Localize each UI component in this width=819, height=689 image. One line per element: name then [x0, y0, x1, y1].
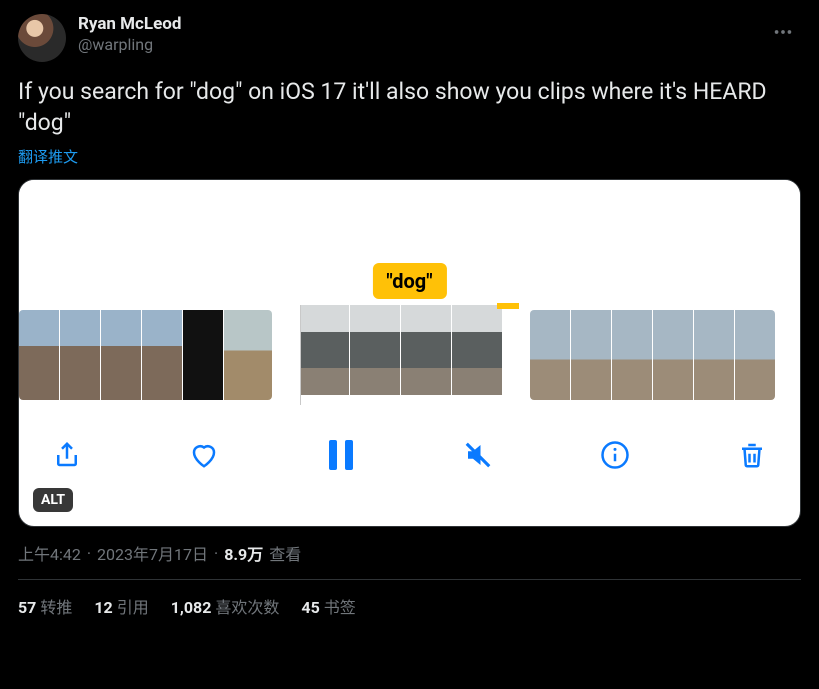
- views-label[interactable]: 查看: [269, 541, 301, 565]
- info-button[interactable]: [595, 435, 635, 475]
- clip-frame: [350, 305, 400, 395]
- handle: @warpling: [78, 35, 181, 55]
- heart-icon: [189, 440, 219, 470]
- alt-badge[interactable]: ALT: [33, 488, 73, 512]
- more-icon: [772, 21, 794, 43]
- clip-frame: [299, 305, 349, 395]
- stat-likes[interactable]: 1,082喜欢次数: [171, 594, 280, 618]
- stat-count: 1,082: [171, 598, 212, 617]
- clip-frame: [530, 310, 570, 400]
- clip-group[interactable]: [530, 310, 775, 400]
- media-top: "dog": [19, 180, 800, 305]
- stat-label: 书签: [324, 598, 356, 617]
- stat-quotes[interactable]: 12 引用: [94, 594, 148, 618]
- stat-bookmarks[interactable]: 45 书签: [301, 594, 355, 618]
- stat-retweets[interactable]: 57转推: [18, 594, 72, 618]
- clip-frame: [142, 310, 182, 400]
- search-highlight-label: "dog": [372, 263, 446, 299]
- clip-frame: [101, 310, 141, 400]
- media-card[interactable]: "dog": [18, 179, 801, 527]
- clip-frame: [19, 310, 59, 400]
- media-toolbar: [19, 405, 800, 491]
- avatar[interactable]: [18, 14, 66, 62]
- stat-label: 转推: [40, 598, 72, 617]
- timeline-marker: [497, 303, 519, 309]
- share-icon: [52, 440, 82, 470]
- like-button[interactable]: [184, 435, 224, 475]
- more-button[interactable]: [765, 14, 801, 50]
- tweet-text: If you search for "dog" on iOS 17 it'll …: [18, 76, 801, 138]
- playhead[interactable]: [294, 305, 298, 405]
- trash-icon: [737, 440, 767, 470]
- tweet-date[interactable]: 2023年7月17日: [97, 541, 208, 565]
- clip-frame: [452, 305, 502, 395]
- pause-icon: [329, 440, 353, 470]
- tweet-header: Ryan McLeod @warpling: [18, 14, 801, 62]
- author-names[interactable]: Ryan McLeod @warpling: [78, 14, 181, 55]
- views-count: 8.9万: [224, 541, 263, 565]
- clip-frame: [694, 310, 734, 400]
- tweet-stats: 57转推 12 引用 1,082喜欢次数 45 书签: [18, 580, 801, 618]
- tweet-time[interactable]: 上午4:42: [18, 541, 81, 565]
- pause-button[interactable]: [321, 435, 361, 475]
- clip-frame: [571, 310, 611, 400]
- mute-button[interactable]: [458, 435, 498, 475]
- stat-count: 57: [18, 598, 36, 617]
- video-filmstrip[interactable]: [19, 305, 800, 405]
- clip-group[interactable]: [19, 310, 272, 400]
- separator-dot: ·: [214, 544, 218, 563]
- clip-group[interactable]: [294, 305, 502, 405]
- delete-button[interactable]: [732, 435, 772, 475]
- separator-dot: ·: [87, 544, 91, 563]
- clip-frame: [401, 305, 451, 395]
- clip-frame: [224, 310, 272, 400]
- clip-frame: [653, 310, 693, 400]
- info-icon: [600, 440, 630, 470]
- mute-icon: [463, 440, 493, 470]
- stat-label: 引用: [117, 598, 149, 617]
- clip-frame: [183, 310, 223, 400]
- share-button[interactable]: [47, 435, 87, 475]
- tweet-container: Ryan McLeod @warpling If you search for …: [0, 0, 819, 618]
- display-name: Ryan McLeod: [78, 14, 181, 35]
- tweet-meta: 上午4:42 · 2023年7月17日 · 8.9万 查看: [18, 541, 801, 565]
- stat-count: 45: [301, 598, 319, 617]
- clip-frame: [612, 310, 652, 400]
- translate-link[interactable]: 翻译推文: [18, 146, 78, 167]
- stat-count: 12: [94, 598, 112, 617]
- stat-label: 喜欢次数: [215, 598, 279, 617]
- clip-frame: [735, 310, 775, 400]
- clip-frame: [60, 310, 100, 400]
